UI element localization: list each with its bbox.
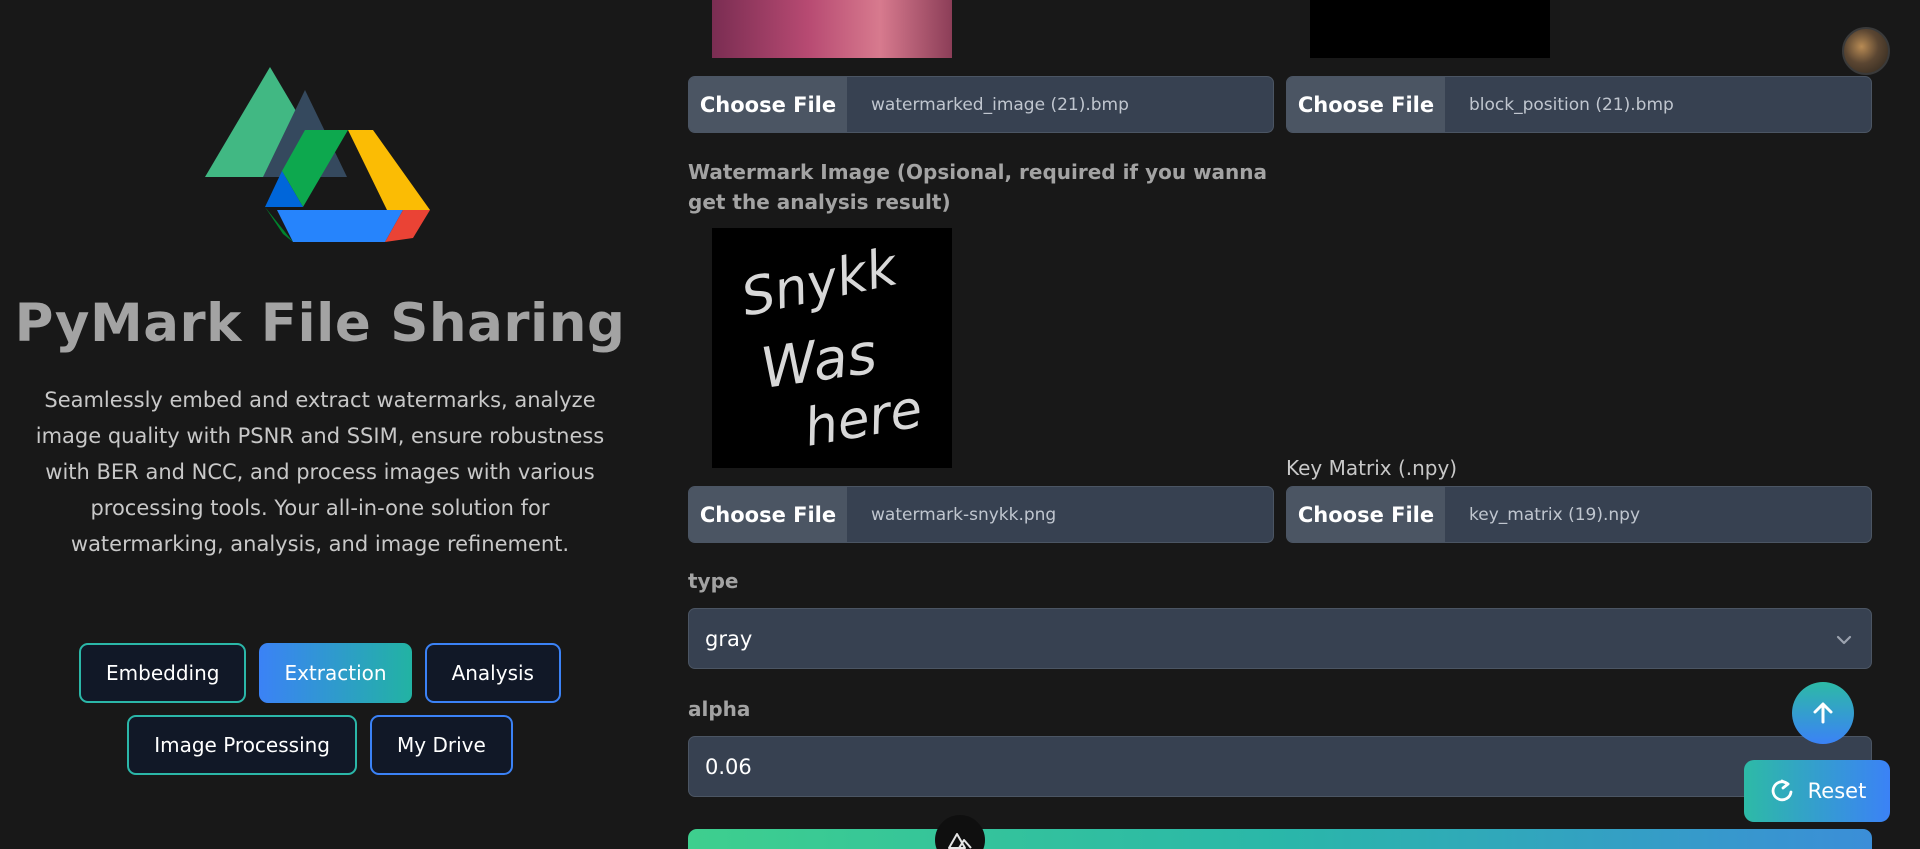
- choose-file-button[interactable]: Choose File: [689, 487, 847, 542]
- reset-label: Reset: [1807, 779, 1867, 803]
- arrow-up-icon: [1813, 702, 1833, 724]
- avatar[interactable]: [1842, 27, 1890, 75]
- block-position-file-input[interactable]: Choose File block_position (21).bmp: [1286, 76, 1872, 133]
- nav-extraction-button[interactable]: Extraction: [259, 643, 412, 703]
- app-description: Seamlessly embed and extract watermarks,…: [35, 388, 605, 556]
- file-name: watermarked_image (21).bmp: [871, 94, 1129, 115]
- nav-my-drive-button[interactable]: My Drive: [370, 715, 513, 775]
- alpha-input[interactable]: 0.06: [688, 736, 1872, 797]
- chevron-down-icon: [1836, 635, 1852, 645]
- watermark-image-preview: Snykk Was here: [712, 228, 952, 468]
- type-select[interactable]: gray: [688, 608, 1872, 669]
- choose-file-button[interactable]: Choose File: [1287, 77, 1445, 132]
- alpha-input-value: 0.06: [705, 754, 752, 779]
- drive-logo-icon: [205, 62, 435, 252]
- block-position-preview: [1310, 0, 1550, 58]
- type-label: type: [688, 569, 739, 593]
- file-name: key_matrix (19).npy: [1469, 504, 1641, 525]
- nav-row-secondary: Image Processing My Drive: [0, 715, 640, 775]
- key-matrix-label: Key Matrix (.npy): [1286, 456, 1458, 480]
- key-matrix-file-input[interactable]: Choose File key_matrix (19).npy: [1286, 486, 1872, 543]
- alpha-label: alpha: [688, 697, 751, 721]
- nav-analysis-button[interactable]: Analysis: [424, 643, 561, 703]
- watermarked-image-file-input[interactable]: Choose File watermarked_image (21).bmp: [688, 76, 1274, 133]
- watermark-image-file-input[interactable]: Choose File watermark-snykk.png: [688, 486, 1274, 543]
- nav-image-processing-button[interactable]: Image Processing: [127, 715, 357, 775]
- choose-file-button[interactable]: Choose File: [1287, 487, 1445, 542]
- nav-embedding-button[interactable]: Embedding: [79, 643, 247, 703]
- type-select-value: gray: [705, 626, 753, 651]
- reset-button[interactable]: Reset: [1744, 760, 1890, 822]
- watermark-image-label: Watermark Image (Opsional, required if y…: [688, 160, 1268, 214]
- scroll-to-top-button[interactable]: [1792, 682, 1854, 744]
- nav-row-primary: Embedding Extraction Analysis: [0, 643, 640, 703]
- file-name: block_position (21).bmp: [1469, 94, 1674, 115]
- nuxt-icon[interactable]: [935, 815, 985, 849]
- watermarked-image-preview: [712, 0, 952, 58]
- choose-file-button[interactable]: Choose File: [689, 77, 847, 132]
- sidebar: PyMark File Sharing Seamlessly embed and…: [0, 0, 640, 849]
- file-name: watermark-snykk.png: [871, 504, 1057, 525]
- app-title: PyMark File Sharing: [14, 293, 626, 354]
- submit-button[interactable]: [688, 829, 1872, 849]
- preview-line: Snykk: [736, 237, 904, 329]
- refresh-icon: [1771, 779, 1793, 802]
